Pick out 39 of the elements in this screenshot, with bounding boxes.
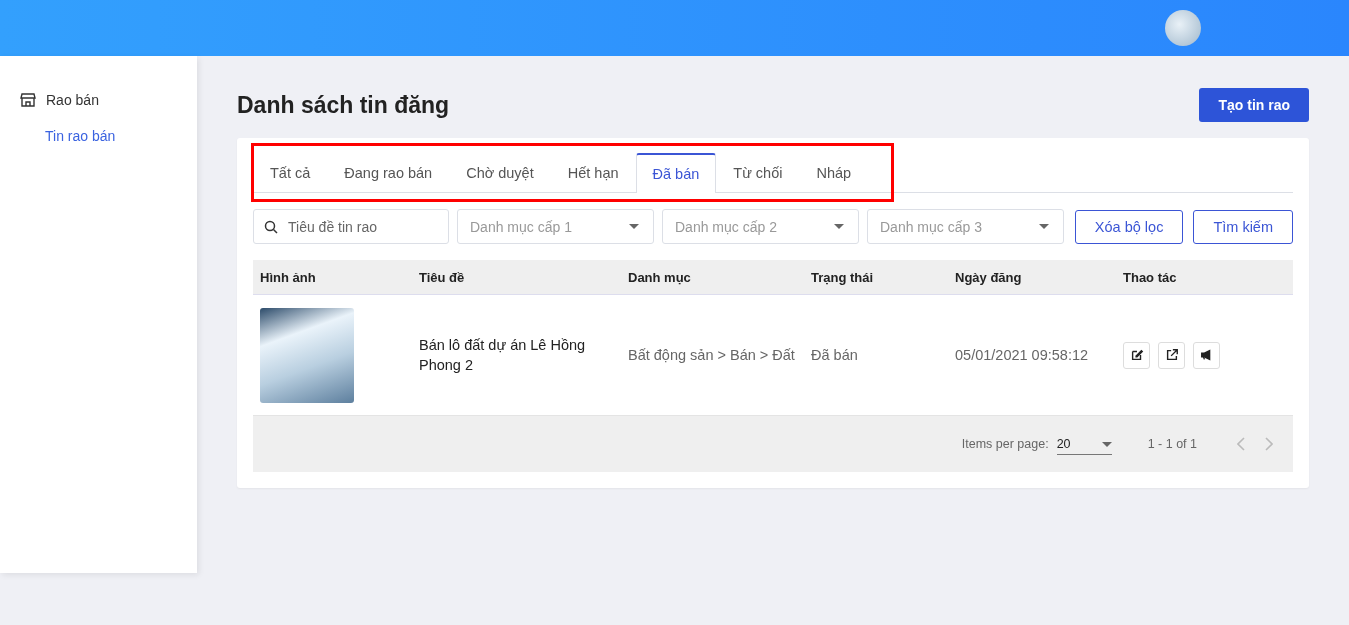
clear-filter-button[interactable]: Xóa bộ lọc [1074, 209, 1184, 244]
search-icon [264, 220, 278, 234]
dropdown-caret-icon [1039, 224, 1049, 229]
tab[interactable]: Tất cả [253, 153, 328, 192]
items-per-page-label: Items per page: [961, 437, 1049, 451]
search-field[interactable]: Tiêu đề tin rao [253, 209, 449, 244]
page-size-select[interactable]: 20 [1056, 437, 1112, 455]
page-title: Danh sách tin đăng [237, 91, 450, 119]
tab[interactable]: Đã bán [635, 153, 717, 193]
dropdown-caret-icon [629, 224, 639, 229]
search-button[interactable]: Tìm kiếm [1193, 209, 1293, 244]
megaphone-button[interactable] [1193, 341, 1220, 369]
external-link-button[interactable] [1158, 341, 1185, 369]
column-header: Ngày đăng [955, 269, 1023, 285]
date-cell: 05/01/2021 09:58:12 [955, 346, 1089, 363]
edit-icon [1129, 348, 1144, 362]
tab[interactable]: Chờ duyệt [449, 153, 551, 192]
tab[interactable]: Hết hạn [550, 153, 636, 192]
avatar[interactable] [1165, 10, 1201, 46]
nav-group-label[interactable]: Rao bán [46, 92, 99, 108]
page-range: 1 - 1 of 1 [1147, 437, 1197, 451]
category-cell: Bất động sản > Bán > Đất [628, 346, 795, 363]
column-header: Tiêu đề [419, 269, 466, 285]
status-cell: Đã bán [811, 346, 858, 363]
tab[interactable]: Nháp [799, 153, 869, 192]
column-header: Hình ảnh [260, 269, 317, 285]
column-header: Thao tác [1123, 269, 1178, 285]
column-header: Danh mục [628, 269, 692, 285]
dropdown-caret-icon [1101, 441, 1112, 447]
external-link-icon [1164, 348, 1179, 362]
tab[interactable]: Từ chối [716, 153, 800, 192]
dropdown-caret-icon [834, 224, 844, 229]
nav-item[interactable]: Tin rao bán [45, 128, 116, 144]
edit-button[interactable] [1123, 341, 1150, 369]
store-icon [20, 92, 36, 108]
tab[interactable]: Đang rao bán [327, 153, 450, 192]
create-listing-button[interactable]: Tạo tin rao [1199, 88, 1309, 122]
listing-title: Bán lô đất dự án Lê Hồng Phong 2 [419, 336, 586, 373]
column-header: Trạng thái [811, 269, 875, 285]
